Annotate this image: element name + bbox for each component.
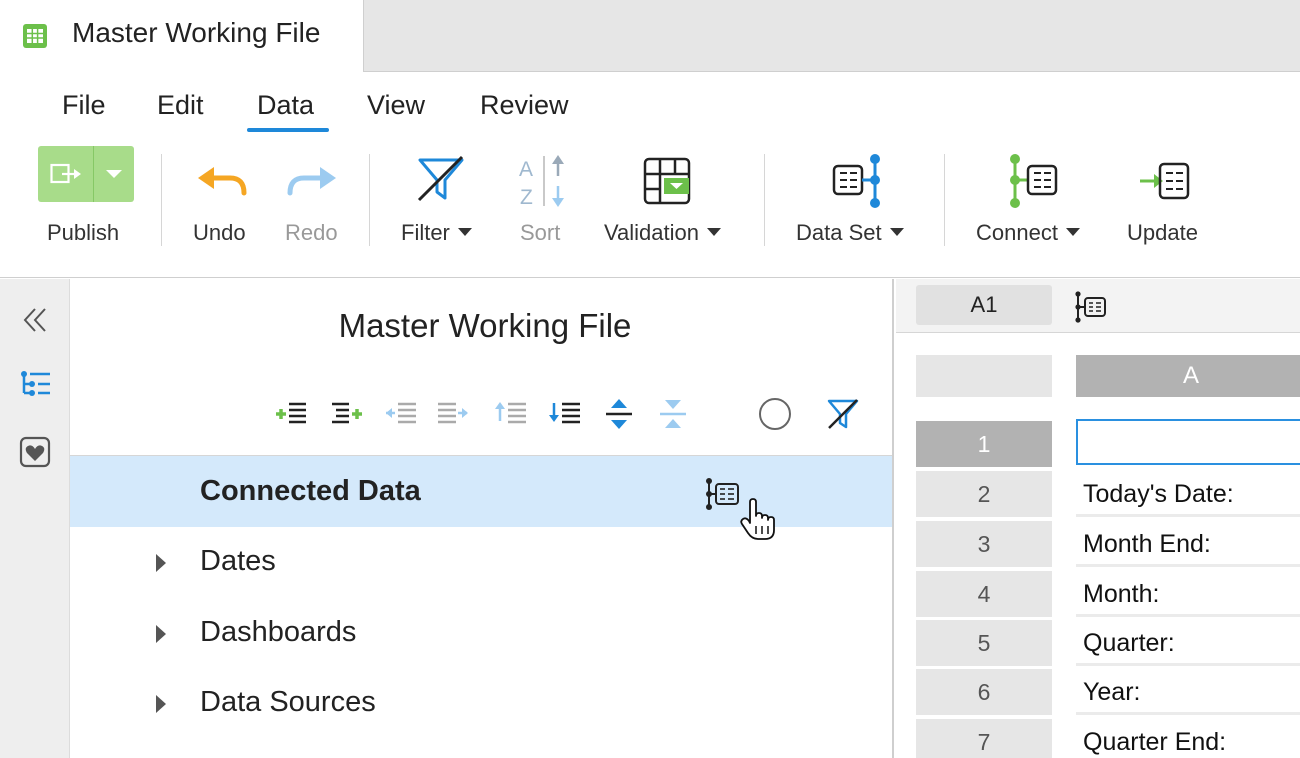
column-header-a[interactable]: A: [1076, 355, 1300, 397]
tree-panel: Master Working File Connected Data Dates…: [70, 279, 894, 758]
menu-bar: File Edit Data View Review: [0, 72, 1300, 136]
tree-item-label: Connected Data: [200, 475, 421, 507]
undo-icon[interactable]: [196, 166, 248, 200]
row-header[interactable]: 6: [916, 669, 1052, 715]
publish-label: Publish: [47, 220, 120, 245]
collapse-all-icon[interactable]: [656, 397, 690, 431]
panel-title: Master Working File: [338, 307, 632, 344]
select-all-corner[interactable]: [916, 355, 1052, 397]
expand-arrow-icon[interactable]: [156, 625, 166, 643]
row-header[interactable]: 3: [916, 521, 1052, 567]
expand-all-icon[interactable]: [602, 397, 636, 431]
undo-label: Undo: [193, 220, 246, 245]
tree-item-label: Data Sources: [200, 686, 376, 718]
indent-icon[interactable]: [436, 397, 470, 431]
sort-icon[interactable]: A Z: [516, 152, 570, 210]
menu-view[interactable]: View: [367, 90, 425, 121]
filter-caret-icon: [457, 228, 472, 237]
connected-data-icon[interactable]: [704, 477, 742, 511]
outdent-icon[interactable]: [384, 397, 418, 431]
spreadsheet: A1 A 1 2 Today's Date: 3 Month End: 4 Mo…: [896, 279, 1300, 758]
publish-button[interactable]: [38, 146, 134, 202]
tree-item-dashboards[interactable]: Dashboards: [70, 599, 892, 669]
filter-dropdown[interactable]: Filter: [401, 220, 472, 246]
update-label: Update: [1127, 220, 1198, 245]
expand-arrow-icon[interactable]: [156, 554, 166, 572]
row-header[interactable]: 7: [916, 719, 1052, 758]
filter-icon[interactable]: [414, 154, 468, 206]
validation-icon[interactable]: [642, 156, 694, 208]
cell[interactable]: Month:: [1076, 571, 1300, 617]
tree-item-connected-data[interactable]: Connected Data: [70, 456, 892, 540]
expand-arrow-icon[interactable]: [156, 695, 166, 713]
move-down-icon[interactable]: [548, 397, 582, 431]
redo-label: Redo: [285, 220, 338, 245]
data-set-icon[interactable]: [830, 152, 888, 210]
sort-label: Sort: [520, 220, 561, 245]
publish-split-divider: [93, 146, 94, 202]
menu-data[interactable]: Data: [257, 90, 314, 121]
toolbar-separator: [369, 154, 370, 246]
cell[interactable]: Quarter:: [1076, 620, 1300, 666]
cell[interactable]: Month End:: [1076, 521, 1300, 567]
left-rail: [0, 279, 70, 758]
cell[interactable]: Year:: [1076, 669, 1300, 715]
add-child-item-icon[interactable]: [330, 397, 364, 431]
toolbar-separator: [764, 154, 765, 246]
tree-item-label: Dashboards: [200, 616, 357, 648]
outline-tree-icon[interactable]: [18, 369, 52, 403]
svg-text:Z: Z: [520, 186, 533, 209]
move-up-icon[interactable]: [494, 397, 528, 431]
redo-icon[interactable]: [286, 166, 338, 200]
data-set-caret-icon: [889, 228, 904, 237]
favorites-icon[interactable]: [18, 435, 52, 469]
tree-item-label: Dates: [200, 545, 276, 577]
tree-item-dates[interactable]: Dates: [70, 528, 892, 598]
data-set-dropdown[interactable]: Data Set: [796, 220, 904, 246]
svg-text:A: A: [519, 158, 533, 181]
connect-icon[interactable]: [1004, 152, 1062, 210]
publish-dropdown-icon[interactable]: [106, 170, 122, 178]
circle-toggle-icon[interactable]: [758, 397, 792, 431]
formula-bar: A1: [896, 279, 1300, 333]
spreadsheet-icon: [23, 24, 47, 48]
cell[interactable]: Today's Date:: [1076, 471, 1300, 517]
tree-item-data-sources[interactable]: Data Sources: [70, 669, 892, 739]
toolbar: Publish Undo Redo Filter A Z Sort Valida…: [0, 136, 1300, 278]
row-header[interactable]: 4: [916, 571, 1052, 617]
cell-a1[interactable]: [1076, 419, 1300, 465]
document-title: Master Working File: [72, 17, 321, 48]
validation-label: Validation: [604, 220, 699, 245]
connect-caret-icon: [1065, 228, 1080, 237]
menu-edit[interactable]: Edit: [157, 90, 204, 121]
publish-icon: [50, 163, 81, 184]
cell-reference-box[interactable]: A1: [916, 285, 1052, 325]
tab-strip: Master Working File: [0, 0, 1300, 73]
collapse-panel-icon[interactable]: [18, 303, 52, 337]
connect-dropdown[interactable]: Connect: [976, 220, 1080, 246]
validation-dropdown[interactable]: Validation: [604, 220, 721, 246]
row-header[interactable]: 1: [916, 421, 1052, 467]
add-item-above-icon[interactable]: [274, 397, 308, 431]
document-tab[interactable]: Master Working File: [0, 0, 364, 73]
toolbar-separator: [161, 154, 162, 246]
row-header[interactable]: 5: [916, 620, 1052, 666]
validation-caret-icon: [707, 228, 721, 237]
connected-data-icon[interactable]: [1074, 291, 1108, 323]
menu-file[interactable]: File: [62, 90, 106, 121]
data-set-label: Data Set: [796, 220, 882, 245]
update-icon[interactable]: [1138, 160, 1192, 204]
row-header[interactable]: 2: [916, 471, 1052, 517]
toolbar-separator: [944, 154, 945, 246]
active-menu-indicator: [247, 128, 329, 132]
clear-filter-icon[interactable]: [826, 397, 860, 431]
cell[interactable]: Quarter End:: [1076, 719, 1300, 758]
connect-label: Connect: [976, 220, 1058, 245]
menu-review[interactable]: Review: [480, 90, 569, 121]
filter-label: Filter: [401, 220, 450, 245]
